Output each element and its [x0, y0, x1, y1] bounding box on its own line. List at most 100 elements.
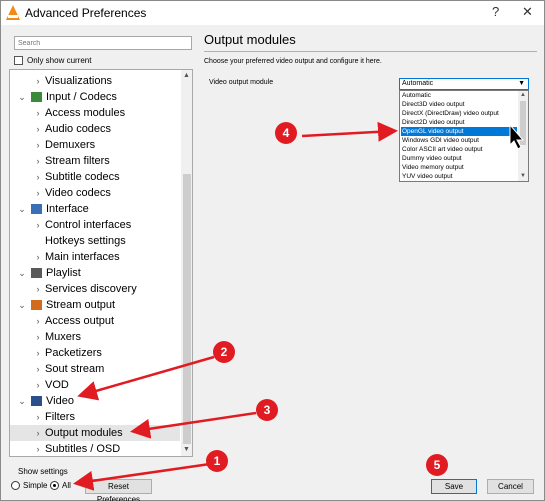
chevron-right-icon[interactable]: › [32, 441, 44, 456]
only-show-current-checkbox[interactable] [14, 56, 23, 65]
close-button[interactable]: ✕ [522, 4, 533, 20]
page-description: Choose your preferred video output and c… [204, 58, 382, 65]
dropdown-option[interactable]: Direct3D video output [401, 100, 517, 109]
video-output-module-value: Automatic [402, 80, 434, 87]
tree-item[interactable]: › Stream filters [10, 153, 180, 169]
dropdown-option[interactable]: YUV video output [401, 172, 517, 181]
preferences-tree[interactable]: ▲ ▼ › Visualizations ⌄ Input / Codecs › Acces… [9, 69, 193, 457]
simple-radio-label: Simple [23, 481, 48, 490]
dropdown-option[interactable]: Windows GDI video output [401, 136, 517, 145]
simple-radio[interactable] [11, 481, 20, 490]
tree-item[interactable]: › Filters [10, 409, 180, 425]
dropdown-option[interactable]: OpenGL video output [401, 127, 517, 136]
window-title: Advanced Preferences [25, 6, 147, 20]
chevron-right-icon[interactable]: › [32, 313, 44, 329]
dropdown-option[interactable]: Automatic [401, 91, 517, 100]
chevron-right-icon[interactable]: › [32, 73, 44, 89]
tree-item-label: Access modules [45, 107, 126, 119]
stream-output-icon [31, 300, 42, 310]
all-radio[interactable] [50, 481, 59, 490]
tree-item[interactable]: › Muxers [10, 329, 180, 345]
annotation-badge-3: 3 [256, 399, 278, 421]
search-input[interactable] [14, 36, 192, 50]
help-button[interactable]: ? [492, 4, 499, 19]
chevron-right-icon[interactable]: › [32, 185, 44, 201]
dropdown-scrollbar[interactable]: ▲ ▼ [518, 91, 528, 181]
chevron-down-icon[interactable]: ▼ [518, 79, 525, 89]
chevron-right-icon[interactable]: › [32, 409, 44, 425]
dropdown-scrollbar-thumb[interactable] [520, 101, 526, 145]
tree-item[interactable]: ⌄ Input / Codecs [10, 89, 180, 105]
tree-item-label: Playlist [46, 267, 81, 279]
chevron-down-icon[interactable]: ⌄ [16, 89, 28, 105]
tree-item[interactable]: › Subtitle codecs [10, 169, 180, 185]
chevron-down-icon[interactable]: ⌄ [16, 393, 28, 409]
tree-item[interactable]: › Access output [10, 313, 180, 329]
annotation-badge-1: 1 [206, 450, 228, 472]
chevron-right-icon[interactable]: › [32, 249, 44, 265]
tree-item[interactable]: Hotkeys settings [10, 233, 180, 249]
chevron-right-icon[interactable]: › [32, 425, 44, 441]
chevron-right-icon[interactable]: › [32, 137, 44, 153]
tree-item-label: Stream filters [45, 155, 110, 167]
tree-scrollbar[interactable]: ▲ ▼ [181, 70, 192, 456]
tree-item[interactable]: › Video codecs [10, 185, 180, 201]
tree-item[interactable]: › Audio codecs [10, 121, 180, 137]
scroll-down-arrow-icon[interactable]: ▼ [183, 446, 190, 453]
tree-item-label: Subtitle codecs [45, 171, 120, 183]
tree-item[interactable]: › Visualizations [10, 73, 180, 89]
tree-item-label: Video [46, 395, 74, 407]
dropdown-option[interactable]: Color ASCII art video output [401, 145, 517, 154]
tree-item-label: Audio codecs [45, 123, 112, 135]
tree-item[interactable]: › Main interfaces [10, 249, 180, 265]
chevron-down-icon[interactable]: ⌄ [16, 201, 28, 217]
tree-scrollbar-thumb[interactable] [183, 174, 191, 444]
tree-item[interactable]: › Demuxers [10, 137, 180, 153]
reset-preferences-button[interactable]: Reset Preferences [85, 479, 152, 501]
save-button[interactable]: Save [431, 479, 477, 494]
dropdown-option[interactable]: DirectX (DirectDraw) video output [401, 109, 517, 118]
tree-item[interactable]: ⌄ Stream output [10, 297, 180, 313]
dropdown-option[interactable]: Video memory output [401, 163, 517, 172]
interface-icon [31, 204, 42, 214]
chevron-down-icon[interactable]: ⌄ [16, 297, 28, 313]
scroll-up-arrow-icon[interactable]: ▲ [183, 72, 190, 79]
only-show-current-row[interactable]: Only show current [14, 56, 91, 65]
dropdown-option[interactable]: Dummy video output [401, 154, 517, 163]
chevron-right-icon[interactable]: › [32, 169, 44, 185]
video-output-module-select[interactable]: Automatic ▼ [399, 78, 529, 90]
playlist-icon [31, 268, 42, 278]
cancel-button[interactable]: Cancel [487, 479, 534, 494]
tree-item[interactable]: › Subtitles / OSD [10, 441, 180, 456]
chevron-right-icon[interactable]: › [32, 361, 44, 377]
chevron-right-icon[interactable]: › [32, 153, 44, 169]
tree-item[interactable]: › VOD [10, 377, 180, 393]
tree-item-label: Output modules [45, 427, 123, 439]
chevron-right-icon[interactable]: › [32, 329, 44, 345]
chevron-right-icon[interactable]: › [32, 377, 44, 393]
dropdown-scroll-up-icon[interactable]: ▲ [520, 92, 526, 98]
tree-item[interactable]: › Packetizers [10, 345, 180, 361]
tree-item-label: Control interfaces [45, 219, 132, 231]
tree-item[interactable]: ⌄ Playlist [10, 265, 180, 281]
chevron-right-icon[interactable]: › [32, 105, 44, 121]
tree-item[interactable]: › Control interfaces [10, 217, 180, 233]
tree-item[interactable]: › Access modules [10, 105, 180, 121]
chevron-down-icon[interactable]: ⌄ [16, 265, 28, 281]
tree-item[interactable]: › Services discovery [10, 281, 180, 297]
chevron-right-icon[interactable]: › [32, 281, 44, 297]
show-settings-label: Show settings [18, 467, 68, 476]
tree-item[interactable]: ⌄ Video [10, 393, 180, 409]
tree-item[interactable]: › Sout stream [10, 361, 180, 377]
chevron-right-icon[interactable]: › [32, 121, 44, 137]
dropdown-scroll-down-icon[interactable]: ▼ [520, 173, 526, 179]
dropdown-option[interactable]: Direct2D video output [401, 118, 517, 127]
chevron-right-icon[interactable]: › [32, 217, 44, 233]
tree-item-label: Sout stream [45, 363, 105, 375]
video-output-dropdown-list[interactable]: ▲ ▼ Automatic Direct3D video output Direct… [399, 90, 529, 182]
annotation-badge-5: 5 [426, 454, 448, 476]
tree-item[interactable]: › Output modules [10, 425, 180, 441]
tree-item[interactable]: ⌄ Interface [10, 201, 180, 217]
chevron-right-icon[interactable]: › [32, 345, 44, 361]
video-output-module-label: Video output module [209, 79, 274, 86]
